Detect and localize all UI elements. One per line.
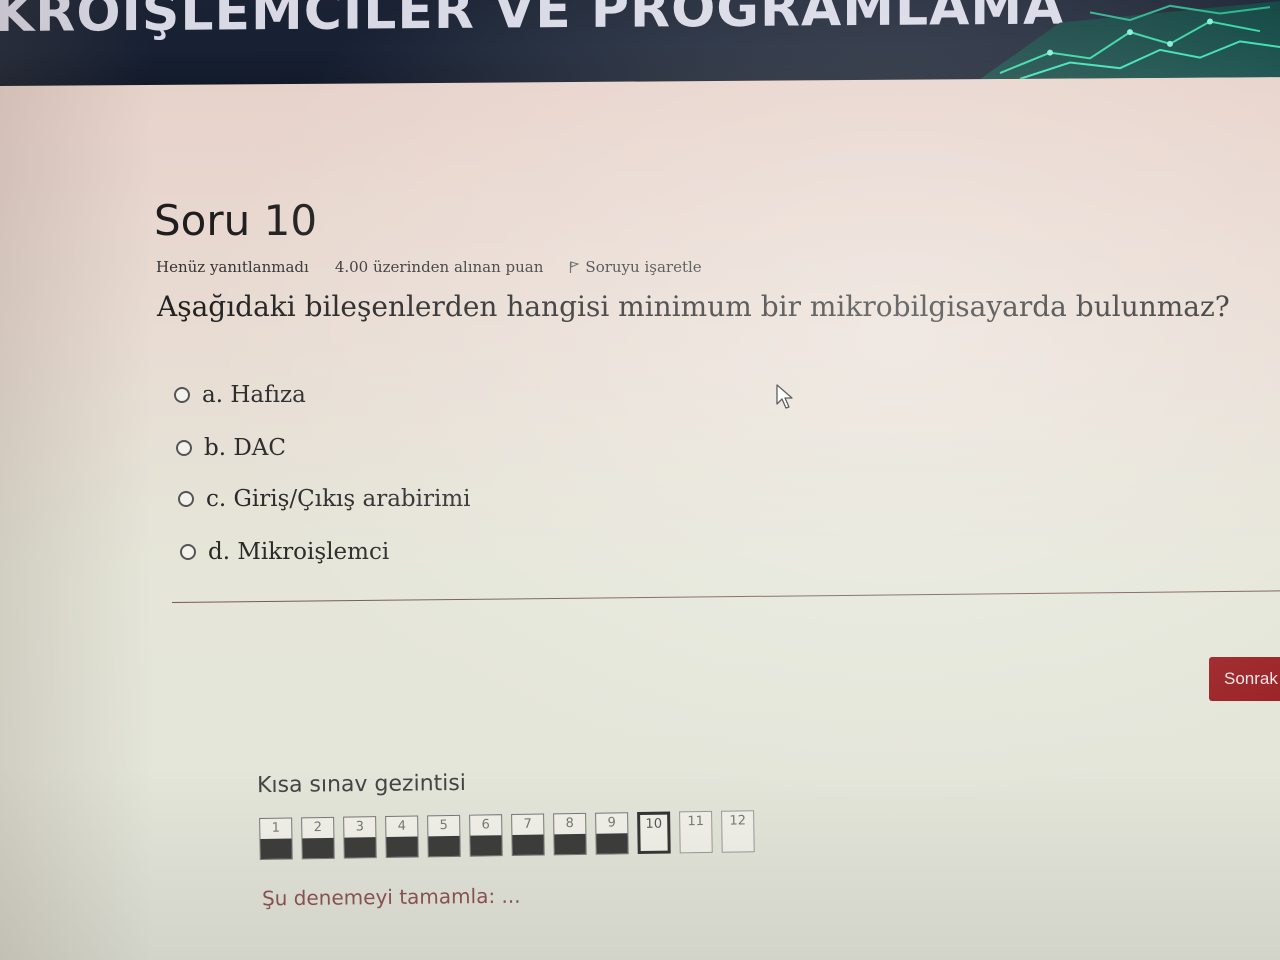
flag-question-link[interactable]: Soruyu işaretle xyxy=(569,258,702,276)
question-number: Soru 10 xyxy=(154,196,318,245)
quiz-nav-button[interactable]: 9 xyxy=(595,812,629,855)
answer-label: a. Hafıza xyxy=(202,382,306,408)
grade-info: 4.00 üzerinden alınan puan xyxy=(334,258,544,276)
answer-option-d[interactable]: d. Mikroişlemci xyxy=(180,539,389,565)
answer-label: c. Giriş/Çıkış arabirimi xyxy=(206,486,471,512)
quiz-nav-button-current[interactable]: 10 xyxy=(637,811,671,855)
answer-label: b. DAC xyxy=(204,435,286,461)
question-info: Henüz yanıtlanmadı 4.00 üzerinden alınan… xyxy=(156,258,702,276)
answer-option-c[interactable]: c. Giriş/Çıkış arabirimi xyxy=(178,486,471,512)
question-region: Soru 10 Henüz yanıtlanmadı 4.00 üzerinde… xyxy=(0,0,1280,960)
finish-attempt-link[interactable]: Şu denemeyi tamamla: ... xyxy=(262,884,521,911)
question-text: Aşağıdaki bileşenlerden hangisi minimum … xyxy=(157,290,1230,323)
quiz-nav-button[interactable]: 5 xyxy=(427,814,461,858)
quiz-nav-button[interactable]: 11 xyxy=(679,810,713,854)
quiz-nav-button[interactable]: 2 xyxy=(301,816,335,860)
mouse-pointer-icon xyxy=(776,384,793,409)
quiz-nav-button[interactable]: 12 xyxy=(721,810,755,853)
quiz-nav-button[interactable]: 3 xyxy=(343,816,377,859)
quiz-navigation-title: Kısa sınav gezintisi xyxy=(256,770,467,799)
question-divider xyxy=(171,590,1280,603)
radio-button[interactable] xyxy=(176,440,192,456)
quiz-nav-button[interactable]: 7 xyxy=(511,813,545,857)
radio-button[interactable] xyxy=(174,387,190,403)
quiz-nav-button[interactable]: 1 xyxy=(259,817,293,860)
quiz-page: KROİŞLEMCİLER VE PROGRAMLAMA Soru 10 Hen… xyxy=(0,0,1280,960)
answer-option-a[interactable]: a. Hafıza xyxy=(174,382,306,408)
quiz-nav-button[interactable]: 8 xyxy=(553,812,587,856)
next-page-button[interactable]: Sonrak xyxy=(1209,657,1280,701)
quiz-nav-button[interactable]: 4 xyxy=(385,815,419,859)
answer-label: d. Mikroişlemci xyxy=(208,539,390,565)
quiz-navigation: 1 2 3 4 5 6 7 8 9 10 11 12 xyxy=(259,802,780,880)
radio-button[interactable] xyxy=(180,544,196,560)
flag-icon xyxy=(570,261,580,273)
radio-button[interactable] xyxy=(178,491,194,507)
answer-status: Henüz yanıtlanmadı xyxy=(156,258,309,276)
quiz-nav-button[interactable]: 6 xyxy=(469,814,503,857)
answer-option-b[interactable]: b. DAC xyxy=(176,435,286,461)
flag-question-label: Soruyu işaretle xyxy=(585,258,702,276)
